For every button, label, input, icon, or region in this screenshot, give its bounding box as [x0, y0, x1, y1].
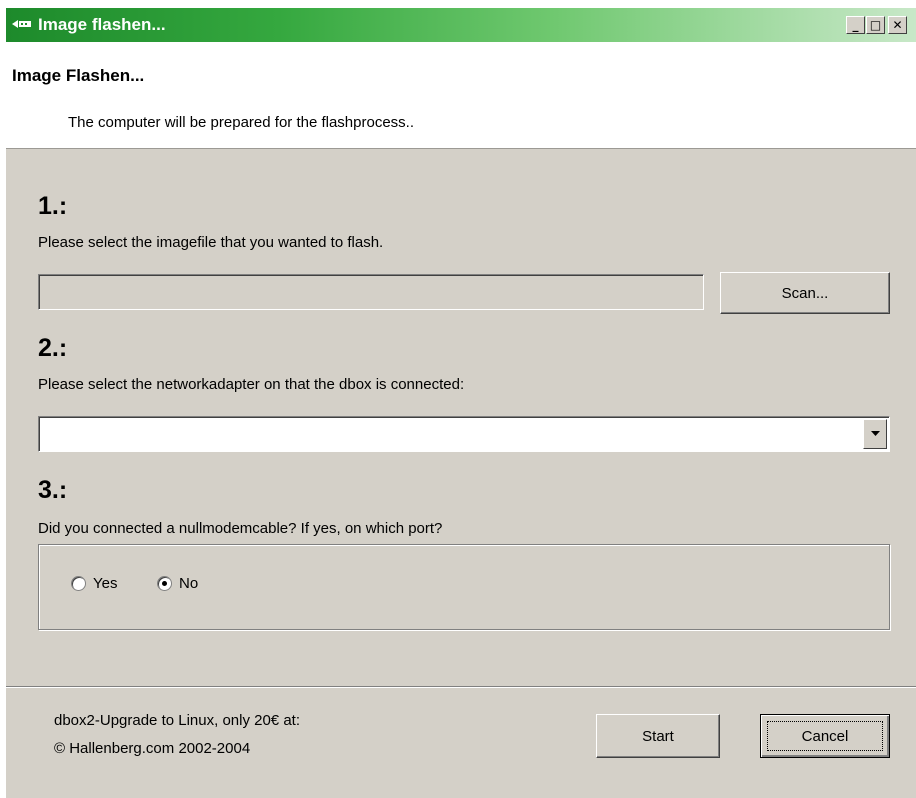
window-title: Image flashen... [38, 15, 166, 34]
chevron-down-icon [870, 431, 880, 436]
step3-instruction: Did you connected a nullmodemcable? If y… [38, 520, 443, 537]
scan-button[interactable]: Scan... [720, 272, 890, 314]
header-band: Image Flashen... The computer will be pr… [6, 42, 916, 149]
focus-rectangle [767, 721, 883, 751]
maximize-button[interactable]: □ [866, 16, 885, 34]
networkadapter-select[interactable] [38, 416, 890, 452]
start-button[interactable]: Start [596, 714, 720, 758]
minimize-button[interactable]: _ [846, 16, 865, 34]
cancel-button[interactable]: Cancel [760, 714, 890, 758]
radio-selected-dot [162, 581, 167, 586]
dropdown-arrow-button[interactable] [863, 419, 887, 449]
radio-no[interactable]: No [157, 575, 198, 592]
radio-no-label: No [179, 575, 199, 592]
radio-no-circle[interactable] [157, 576, 172, 591]
radio-yes[interactable]: Yes [71, 575, 117, 592]
footer-separator [6, 686, 916, 688]
promo-text: dbox2-Upgrade to Linux, only 20€ at: [54, 712, 300, 729]
close-button[interactable]: ✕ [888, 16, 907, 34]
imagefile-path-field[interactable] [38, 274, 704, 310]
step2-instruction: Please select the networkadapter on that… [38, 376, 465, 393]
step2-number: 2.: [38, 334, 68, 362]
header-title: Image Flashen... [12, 66, 145, 85]
copyright-text: © Hallenberg.com 2002-2004 [54, 740, 251, 757]
dialog-window: Image flashen... _ □ ✕ Image Flashen... … [6, 8, 916, 798]
radio-yes-label: Yes [93, 575, 118, 592]
radio-yes-circle[interactable] [71, 576, 86, 591]
app-icon [12, 20, 31, 28]
step3-number: 3.: [38, 476, 68, 504]
title-bar[interactable]: Image flashen... _ □ ✕ [6, 8, 916, 42]
header-subtitle: The computer will be prepared for the fl… [68, 114, 415, 131]
step1-instruction: Please select the imagefile that you wan… [38, 234, 384, 251]
nullmodem-radio-group: Yes No [38, 544, 890, 630]
step1-number: 1.: [38, 192, 68, 220]
